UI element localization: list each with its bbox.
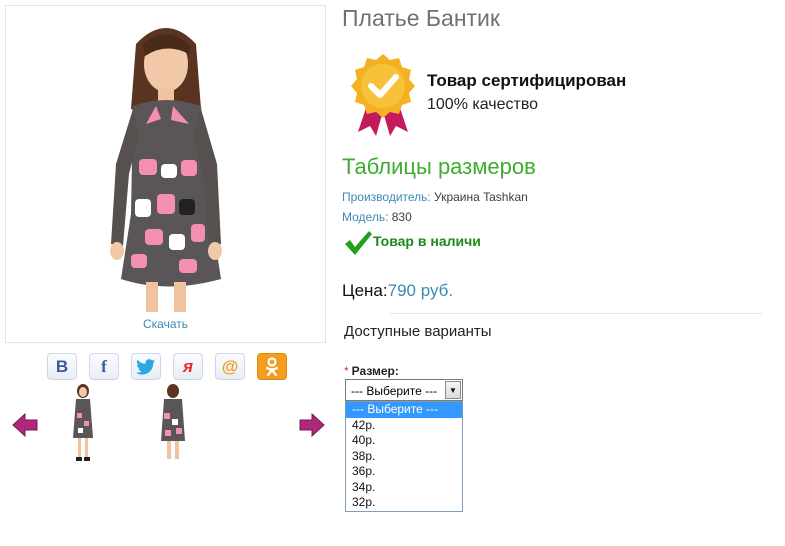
size-dropdown-list: --- Выберите --- 42р. 40р. 38р. 36р. 34р… bbox=[345, 401, 463, 512]
thumbnails-prev-arrow[interactable] bbox=[12, 412, 38, 438]
odnoklassniki-share-button[interactable] bbox=[257, 353, 287, 380]
arrow-right-icon bbox=[299, 412, 325, 438]
size-label: * Размер: bbox=[344, 364, 399, 378]
chevron-down-icon[interactable]: ▼ bbox=[445, 381, 461, 399]
size-option[interactable]: --- Выберите --- bbox=[346, 402, 462, 418]
model-row: Модель: 830 bbox=[342, 210, 412, 224]
dress-photo bbox=[110, 28, 222, 312]
thumbnail-photo bbox=[161, 384, 185, 459]
product-title: Платье Бантик bbox=[342, 5, 500, 31]
size-option[interactable]: 40р. bbox=[346, 433, 462, 449]
twitter-share-button[interactable] bbox=[131, 353, 161, 380]
thumbnail-photo bbox=[73, 384, 93, 461]
size-option[interactable]: 42р. bbox=[346, 418, 462, 434]
facebook-icon: f bbox=[101, 356, 107, 376]
available-options-heading: Доступные варианты bbox=[344, 323, 492, 340]
vk-share-button[interactable]: B bbox=[47, 353, 77, 380]
required-mark: * bbox=[344, 364, 349, 378]
model-value: 830 bbox=[391, 210, 412, 224]
size-tables-link[interactable]: Таблицы размеров bbox=[342, 154, 536, 180]
certificate-badge-icon bbox=[348, 52, 418, 136]
download-link[interactable]: Скачать bbox=[6, 317, 325, 331]
manufacturer-value: Украина Tashkan bbox=[434, 190, 528, 204]
model-key: Модель: bbox=[342, 210, 389, 224]
manufacturer-row: Производитель: Украина Tashkan bbox=[342, 190, 528, 204]
thumbnails-next-arrow[interactable] bbox=[299, 412, 325, 438]
yandex-icon: я bbox=[182, 356, 193, 376]
price: Цена:790 руб. bbox=[342, 281, 453, 301]
size-select-value: --- Выберите --- bbox=[351, 384, 438, 398]
size-option[interactable]: 36р. bbox=[346, 464, 462, 480]
size-label-text: Размер: bbox=[351, 364, 399, 378]
certified-subtitle: 100% качество bbox=[427, 96, 539, 113]
yandex-share-button[interactable]: я bbox=[173, 353, 203, 380]
price-value: 790 руб. bbox=[387, 281, 454, 300]
size-option[interactable]: 34р. bbox=[346, 480, 462, 496]
in-stock-check-icon bbox=[343, 229, 373, 257]
size-select[interactable]: --- Выберите --- ▼ bbox=[345, 379, 463, 401]
certified-title: Товар сертифицирован bbox=[427, 71, 627, 90]
thumbnail-2[interactable] bbox=[154, 383, 192, 463]
mail-share-button[interactable]: @ bbox=[215, 353, 245, 380]
thumbnail-1[interactable] bbox=[64, 383, 102, 463]
size-option[interactable]: 38р. bbox=[346, 449, 462, 465]
main-product-image[interactable]: Скачать bbox=[5, 5, 326, 343]
vk-icon: B bbox=[55, 356, 69, 376]
manufacturer-key[interactable]: Производитель: bbox=[342, 190, 431, 204]
divider bbox=[390, 313, 762, 314]
twitter-icon bbox=[136, 358, 155, 375]
price-label: Цена: bbox=[342, 281, 388, 300]
odnoklassniki-icon bbox=[265, 356, 279, 376]
social-share-bar: B f я @ bbox=[47, 353, 287, 380]
size-option[interactable]: 32р. bbox=[346, 495, 462, 511]
mail-icon: @ bbox=[221, 356, 239, 376]
facebook-share-button[interactable]: f bbox=[89, 353, 119, 380]
stock-status: Товар в наличи bbox=[373, 233, 481, 249]
arrow-left-icon bbox=[12, 412, 38, 438]
